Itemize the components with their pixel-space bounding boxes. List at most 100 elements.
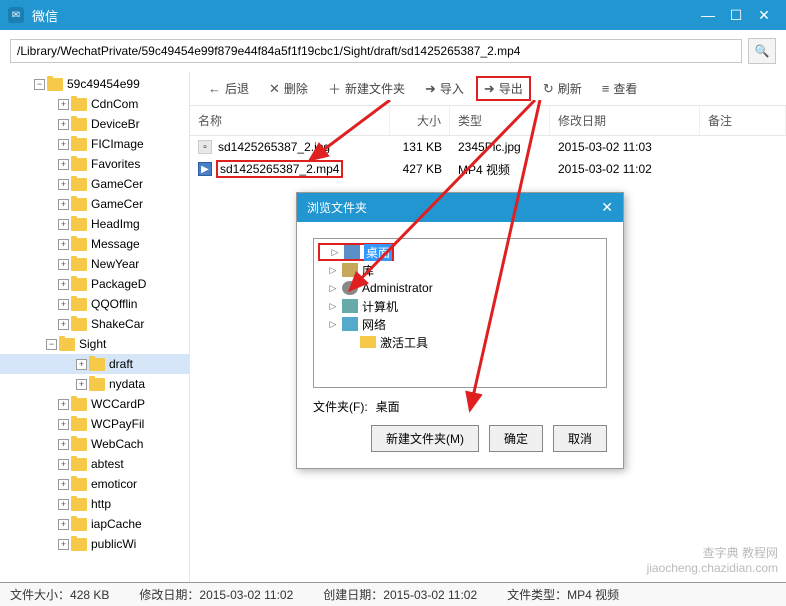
path-input[interactable] (10, 39, 742, 63)
dialog-ok-button[interactable]: 确定 (489, 425, 543, 452)
col-date[interactable]: 修改日期 (550, 106, 700, 135)
expand-icon[interactable]: ▷ (328, 283, 338, 294)
tree-node[interactable]: + Favorites (0, 154, 189, 174)
tree-node[interactable]: + abtest (0, 454, 189, 474)
back-button[interactable]: ←后退 (200, 76, 257, 101)
expand-icon[interactable]: + (58, 179, 69, 190)
tree-node[interactable]: + QQOfflin (0, 294, 189, 314)
expand-icon[interactable]: + (58, 279, 69, 290)
folder-icon (89, 358, 105, 371)
expand-icon[interactable]: + (58, 479, 69, 490)
expand-icon[interactable]: − (34, 79, 45, 90)
folder-tree[interactable]: − 59c49454e99 + CdnCom + DeviceBr + FICI… (0, 72, 190, 582)
expand-icon[interactable]: + (58, 99, 69, 110)
file-icon: ▫ (198, 140, 212, 154)
folder-icon (71, 498, 87, 511)
dialog-tree-node[interactable]: ▷ Administrator (318, 279, 602, 297)
view-button[interactable]: ≡查看 (594, 76, 646, 101)
expand-icon[interactable]: + (58, 499, 69, 510)
expand-icon[interactable]: + (58, 219, 69, 230)
col-note[interactable]: 备注 (700, 106, 786, 135)
expand-icon[interactable]: + (58, 119, 69, 130)
import-button[interactable]: ➜导入 (417, 76, 472, 101)
dialog-tree-node[interactable]: ▷ 桌面 (318, 243, 394, 261)
tree-node[interactable]: + FICImage (0, 134, 189, 154)
expand-icon[interactable]: ▷ (330, 247, 340, 258)
expand-icon[interactable]: − (46, 339, 57, 350)
file-icon: ▶ (198, 162, 212, 176)
maximize-button[interactable]: ☐ (722, 0, 750, 30)
minimize-button[interactable]: — (694, 0, 722, 30)
toolbar: ←后退 ✕删除 ＋新建文件夹 ➜导入 ➜导出 ↻刷新 ≡查看 (190, 72, 786, 106)
expand-icon[interactable]: + (76, 359, 87, 370)
expand-icon[interactable]: ▷ (328, 301, 338, 312)
tree-node[interactable]: + emoticor (0, 474, 189, 494)
tree-node[interactable]: + HeadImg (0, 214, 189, 234)
back-label: 后退 (225, 80, 249, 97)
search-button[interactable]: 🔍 (748, 38, 776, 64)
dialog-tree-node[interactable]: ▷ 网络 (318, 315, 602, 333)
tree-node[interactable]: + Message (0, 234, 189, 254)
file-row[interactable]: ▶sd1425265387_2.mp4 427 KB MP4 视频 2015-0… (190, 158, 786, 180)
tree-node[interactable]: + ShakeCar (0, 314, 189, 334)
tree-node[interactable]: + WebCach (0, 434, 189, 454)
tree-node[interactable]: − 59c49454e99 (0, 74, 189, 94)
expand-icon[interactable]: + (76, 379, 87, 390)
tree-node[interactable]: + CdnCom (0, 94, 189, 114)
expand-icon[interactable]: + (58, 539, 69, 550)
expand-icon[interactable]: + (58, 159, 69, 170)
expand-icon[interactable]: + (58, 519, 69, 530)
tree-node[interactable]: + draft (0, 354, 189, 374)
col-name[interactable]: 名称 (190, 106, 390, 135)
tree-label: iapCache (91, 517, 142, 531)
dialog-cancel-button[interactable]: 取消 (553, 425, 607, 452)
refresh-button[interactable]: ↻刷新 (535, 76, 590, 101)
col-size[interactable]: 大小 (390, 106, 450, 135)
dialog-tree-node[interactable]: ▷ 库 (318, 261, 602, 279)
newfolder-button[interactable]: ＋新建文件夹 (320, 75, 413, 102)
tree-node[interactable]: + PackageD (0, 274, 189, 294)
dialog-close-button[interactable]: ✕ (601, 199, 613, 216)
expand-icon[interactable]: + (58, 139, 69, 150)
path-value[interactable] (376, 400, 607, 414)
file-row[interactable]: ▫sd1425265387_2.jpg 131 KB 2345Pic.jpg 2… (190, 136, 786, 158)
delete-button[interactable]: ✕删除 (261, 76, 316, 101)
expand-icon[interactable]: + (58, 239, 69, 250)
folder-icon (71, 198, 87, 211)
dialog-folder-tree[interactable]: ▷ 桌面 ▷ 库 ▷ Administrator ▷ 计算机 ▷ 网络 激活工具 (313, 238, 607, 388)
tree-node[interactable]: + WCPayFil (0, 414, 189, 434)
export-button[interactable]: ➜导出 (476, 76, 531, 101)
tree-node[interactable]: + WCCardP (0, 394, 189, 414)
expand-icon[interactable]: + (58, 299, 69, 310)
expand-icon[interactable]: ▷ (328, 265, 338, 276)
col-type[interactable]: 类型 (450, 106, 550, 135)
tree-node[interactable]: + GameCer (0, 194, 189, 214)
import-icon: ➜ (425, 81, 436, 97)
tree-node[interactable]: + NewYear (0, 254, 189, 274)
expand-icon[interactable]: + (58, 459, 69, 470)
tree-node[interactable]: + iapCache (0, 514, 189, 534)
tree-node[interactable]: + nydata (0, 374, 189, 394)
dialog-newfolder-button[interactable]: 新建文件夹(M) (371, 425, 479, 452)
tree-node[interactable]: + GameCer (0, 174, 189, 194)
close-button[interactable]: ✕ (750, 0, 778, 30)
expand-icon[interactable]: + (58, 399, 69, 410)
expand-icon[interactable]: + (58, 439, 69, 450)
dialog-tree-node[interactable]: 激活工具 (318, 333, 602, 351)
expand-icon[interactable]: + (58, 419, 69, 430)
dialog-tree-node[interactable]: ▷ 计算机 (318, 297, 602, 315)
expand-icon[interactable]: + (58, 199, 69, 210)
tree-label: GameCer (91, 197, 143, 211)
export-icon: ➜ (484, 81, 495, 97)
expand-icon[interactable]: ▷ (328, 319, 338, 330)
list-header[interactable]: 名称 大小 类型 修改日期 备注 (190, 106, 786, 136)
tree-node[interactable]: + http (0, 494, 189, 514)
expand-icon[interactable]: + (58, 259, 69, 270)
expand-icon[interactable]: + (58, 319, 69, 330)
file-date: 2015-03-02 11:03 (550, 138, 700, 156)
file-name: sd1425265387_2.mp4 (216, 160, 343, 178)
tree-node[interactable]: + DeviceBr (0, 114, 189, 134)
status-bar: 文件大小：428 KB 修改日期：2015-03-02 11:02 创建日期：2… (0, 582, 786, 606)
tree-node[interactable]: + publicWi (0, 534, 189, 554)
tree-node[interactable]: − Sight (0, 334, 189, 354)
